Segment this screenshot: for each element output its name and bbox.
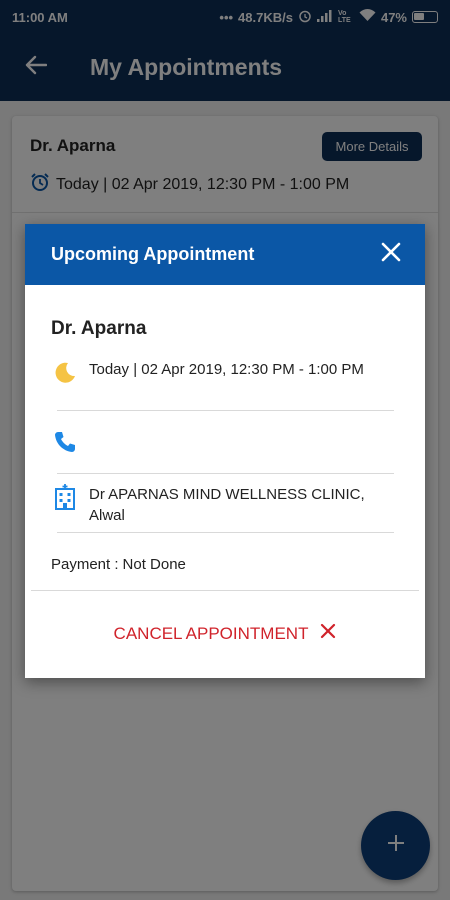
divider: [57, 532, 394, 533]
payment-status: Payment : Not Done: [51, 556, 186, 573]
cancel-appointment-label: CANCEL APPOINTMENT: [113, 623, 309, 643]
payment-value: Not Done: [122, 556, 186, 573]
cancel-appointment-button[interactable]: CANCEL APPOINTMENT: [25, 623, 425, 644]
upcoming-appointment-dialog: Upcoming Appointment Dr. Aparna Today | …: [25, 224, 425, 678]
hospital-icon: [51, 484, 79, 510]
dialog-title: Upcoming Appointment: [51, 244, 255, 264]
moon-icon: [51, 359, 79, 385]
clinic-address: Dr APARNAS MIND WELLNESS CLINIC, Alwal: [89, 486, 365, 524]
dialog-header: Upcoming Appointment: [25, 224, 425, 285]
divider: [57, 473, 394, 474]
payment-label: Payment :: [51, 556, 119, 573]
close-icon: [381, 242, 401, 267]
dialog-doctor-name: Dr. Aparna: [51, 318, 147, 339]
phone-icon: [51, 430, 79, 454]
appointment-time-row: Today | 02 Apr 2019, 12:30 PM - 1:00 PM: [51, 359, 395, 385]
close-icon: [320, 623, 336, 644]
appointment-time-text: Today | 02 Apr 2019, 12:30 PM - 1:00 PM: [89, 361, 364, 378]
clinic-row: Dr APARNAS MIND WELLNESS CLINIC, Alwal: [51, 484, 395, 526]
divider: [31, 590, 419, 591]
divider: [57, 410, 394, 411]
close-button[interactable]: [375, 238, 407, 270]
phone-row[interactable]: [51, 430, 395, 454]
